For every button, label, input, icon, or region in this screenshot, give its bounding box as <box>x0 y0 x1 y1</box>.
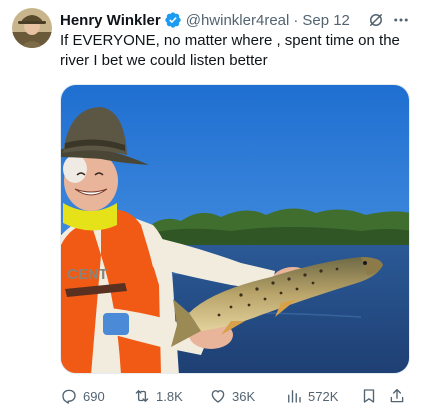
tweet-photo[interactable]: CENT <box>60 84 410 374</box>
tweet-header: Henry Winkler @hwinkler4real · Sep 12 <box>60 10 412 30</box>
like-count: 36K <box>232 388 256 404</box>
retweet-count: 1.8K <box>156 388 183 404</box>
views-bar-chart-icon <box>288 390 301 403</box>
retweet-button[interactable]: 1.8K <box>133 386 183 406</box>
retweet-icon <box>135 390 149 402</box>
view-count: 572K <box>308 388 339 404</box>
share-icon <box>390 388 404 403</box>
tweet[interactable]: Henry Winkler @hwinkler4real · Sep 12 If… <box>0 0 423 414</box>
grok-icon[interactable] <box>367 11 385 29</box>
separator-dot: · <box>293 11 299 29</box>
like-button[interactable]: 36K <box>209 386 255 406</box>
views-button[interactable]: 572K <box>285 386 338 406</box>
reply-count: 690 <box>83 388 105 404</box>
reply-button[interactable]: 690 <box>60 386 105 406</box>
reply-icon <box>62 389 76 404</box>
tweet-text: If EVERYONE, no matter where , spent tim… <box>60 32 400 69</box>
verified-badge-icon <box>164 11 182 29</box>
bookmark-button[interactable] <box>360 386 378 406</box>
author-name[interactable]: Henry Winkler <box>60 12 161 29</box>
author-handle[interactable]: @hwinkler4real <box>186 12 290 29</box>
tweet-actions: 690 1.8K 36K 572K <box>60 386 412 406</box>
bookmark-icon <box>363 389 375 403</box>
tweet-date[interactable]: Sep 12 <box>302 12 350 29</box>
share-button[interactable] <box>388 386 406 406</box>
more-dots-icon[interactable] <box>391 10 411 30</box>
heart-icon <box>211 390 225 403</box>
avatar[interactable] <box>12 8 52 48</box>
shirt-text: CENT <box>67 266 108 283</box>
